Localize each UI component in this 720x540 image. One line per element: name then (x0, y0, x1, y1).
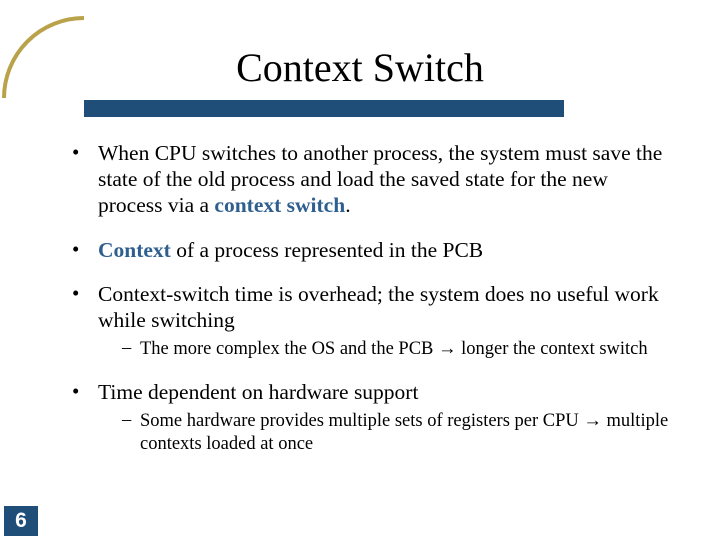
arrow-icon: → (583, 409, 602, 430)
bullet-3-text: Context-switch time is overhead; the sys… (98, 282, 659, 332)
bullet-3: Context-switch time is overhead; the sys… (70, 281, 670, 361)
arrow-icon: → (438, 337, 457, 358)
bullet-3-sub-1-post: longer the context switch (457, 339, 648, 359)
bullet-1-text-post: . (345, 193, 350, 217)
slide: Context Switch When CPU switches to anot… (0, 0, 720, 540)
page-number: 6 (4, 506, 38, 536)
bullet-4-sub-1-pre: Some hardware provides multiple sets of … (140, 411, 583, 431)
bullet-1-text-pre: When CPU switches to another process, th… (98, 141, 662, 217)
bullet-4-text: Time dependent on hardware support (98, 380, 418, 404)
bullet-2-highlight: Context (98, 238, 171, 262)
title-underline-bar (84, 100, 564, 117)
bullet-2-text-post: of a process represented in the PCB (171, 238, 483, 262)
bullet-4: Time dependent on hardware support Some … (70, 379, 670, 455)
bullet-3-sub-1-pre: The more complex the OS and the PCB (140, 339, 438, 359)
bullet-4-sub-1: Some hardware provides multiple sets of … (122, 409, 670, 455)
bullet-1-highlight: context switch (214, 193, 345, 217)
bullet-1: When CPU switches to another process, th… (70, 140, 670, 219)
slide-title: Context Switch (0, 44, 720, 91)
bullet-3-sub-1: The more complex the OS and the PCB → lo… (122, 337, 670, 361)
bullet-2: Context of a process represented in the … (70, 237, 670, 263)
slide-body: When CPU switches to another process, th… (70, 140, 670, 473)
